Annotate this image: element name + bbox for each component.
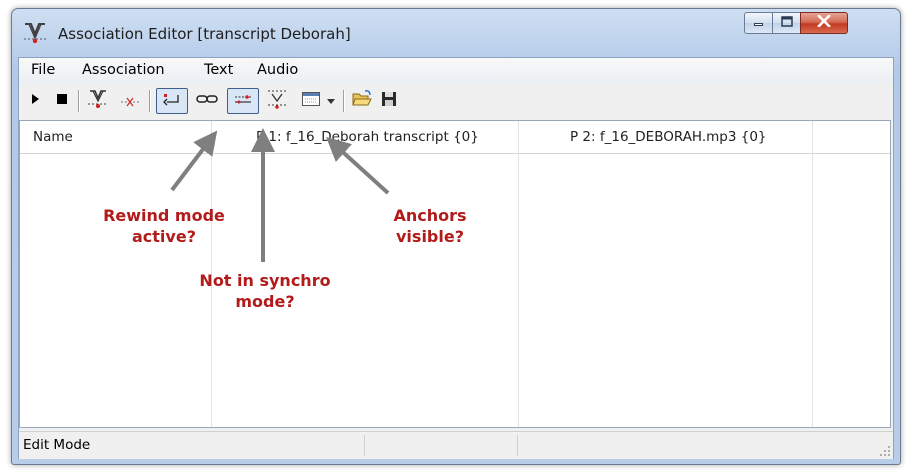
window-title: Association Editor [transcript Deborah] [58,25,351,43]
view-grid-button[interactable] [299,89,323,113]
open-file-button[interactable] [349,89,375,113]
menu-bar: File Association Text Audio [19,58,893,83]
dropdown-arrow-icon [326,93,336,109]
view-grid-icon [301,90,321,112]
column-header-p1[interactable]: P 1: f_16_Deborah transcript {0} [256,129,479,145]
anchors-visible-annotation: Anchors visible? [375,205,485,247]
column-header-name[interactable]: Name [33,129,73,145]
anchors-visible-button[interactable] [227,88,259,114]
menu-file[interactable]: File [28,61,58,79]
save-button[interactable] [377,89,401,113]
synchro-annotation-line2: mode? [235,292,295,311]
close-button[interactable] [800,12,848,34]
resize-grip-icon[interactable] [879,445,891,457]
menu-text[interactable]: Text [201,61,236,79]
rewind-annotation-line1: Rewind mode [103,206,225,225]
rewind-mode-icon [161,91,183,111]
toolbar-separator [343,90,345,112]
add-association-icon [85,87,111,115]
play-button[interactable] [25,89,45,113]
menu-association[interactable]: Association [79,61,168,79]
association-table[interactable]: Name P 1: f_16_Deborah transcript {0} P … [19,120,891,428]
anchors-annotation-line2: visible? [396,227,464,246]
maximize-button[interactable] [772,12,801,34]
remove-association-icon [117,87,143,115]
status-bar: Edit Mode [19,431,893,459]
rewind-mode-annotation: Rewind mode active? [89,205,239,247]
save-disk-icon [380,90,398,112]
align-button[interactable] [263,89,291,113]
maximize-icon [780,15,793,31]
synchro-link-button[interactable] [193,89,221,113]
synchro-mode-annotation: Not in synchro mode? [190,270,340,312]
anchors-annotation-line1: Anchors [393,206,467,225]
open-folder-icon [351,89,373,113]
status-separator [517,435,518,456]
menu-audio[interactable]: Audio [254,61,301,79]
synchro-link-icon [195,92,219,110]
remove-association-button[interactable] [116,89,144,113]
add-association-button[interactable] [84,89,112,113]
minimize-icon [753,15,765,31]
play-icon [29,92,41,110]
toolbar-separator [149,90,151,112]
toolbar-separator [78,90,80,112]
association-editor-app-icon [22,19,48,45]
align-icon [265,87,289,115]
status-mode-text: Edit Mode [23,437,91,453]
view-dropdown-button[interactable] [324,89,338,113]
minimize-button[interactable] [744,12,773,34]
status-separator [364,435,365,456]
column-divider[interactable] [812,121,813,427]
toolbar [19,84,893,118]
rewind-mode-button[interactable] [156,88,188,114]
anchors-visible-icon [232,91,254,111]
table-header: Name P 1: f_16_Deborah transcript {0} P … [20,121,890,154]
close-icon [817,14,831,31]
column-header-p2[interactable]: P 2: f_16_DEBORAH.mp3 {0} [570,129,767,145]
client-area: File Association Text Audio Name P 1: f_… [18,57,894,459]
column-divider[interactable] [518,121,519,427]
stop-button[interactable] [51,89,73,113]
rewind-annotation-line2: active? [132,227,196,246]
synchro-annotation-line1: Not in synchro [199,271,331,290]
stop-icon [55,92,69,110]
title-bar[interactable]: Association Editor [transcript Deborah] [12,9,900,57]
